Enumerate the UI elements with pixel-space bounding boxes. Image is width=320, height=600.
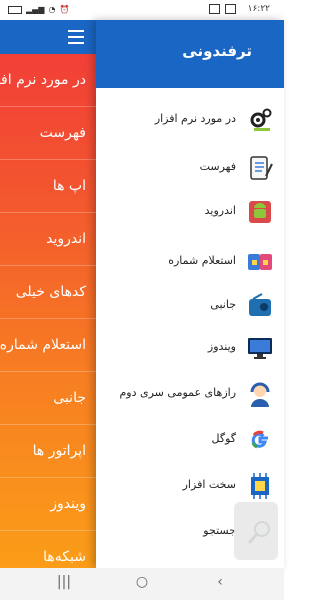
drawer-item-google[interactable]: گوگل bbox=[96, 418, 284, 462]
drawer-item-label: استعلام شماره bbox=[168, 254, 236, 267]
background-menu-item[interactable]: جانبی bbox=[0, 372, 96, 425]
status-bar: ▂▄▆ ◔ ⏰ ۱۶:۲۲ bbox=[0, 0, 284, 20]
drawer-item-label: سخت افزار bbox=[182, 478, 236, 491]
drawer-item-windows[interactable]: ویندوز bbox=[96, 326, 284, 370]
background-menu-item[interactable]: اپ ها bbox=[0, 160, 96, 213]
watermark-logo bbox=[234, 502, 278, 560]
alarm-icon: ⏰ bbox=[59, 5, 70, 14]
google-icon bbox=[251, 430, 268, 449]
background-menu-item[interactable]: اپراتور ها bbox=[0, 425, 96, 478]
drawer-item-number-inquiry[interactable]: استعلام شماره bbox=[96, 240, 284, 284]
background-app-bar bbox=[0, 20, 96, 54]
back-icon[interactable]: ‹ bbox=[208, 574, 232, 594]
recent-apps-icon[interactable]: ||| bbox=[52, 574, 76, 594]
background-menu-item[interactable]: در مورد نرم افزار bbox=[0, 54, 96, 107]
drawer-item-label: جانبی bbox=[210, 298, 236, 311]
home-icon[interactable]: ○ bbox=[130, 574, 154, 594]
drawer-item-label: در مورد نرم افزار bbox=[154, 112, 236, 125]
wifi-icon: ◔ bbox=[48, 5, 56, 14]
monitor-icon bbox=[248, 338, 272, 359]
background-menu-item[interactable]: ویندوز bbox=[0, 478, 96, 531]
image-notification-icon-2 bbox=[225, 4, 236, 14]
drawer-header: ترفندونی bbox=[96, 20, 284, 88]
drawer-item-label: رازهای عمومی سری دوم bbox=[119, 386, 236, 399]
image-notification-icon bbox=[209, 4, 220, 14]
drawer-item-general-secrets[interactable]: رازهای عمومی سری دوم bbox=[96, 372, 284, 416]
system-nav-bar: ||| ○ ‹ bbox=[0, 568, 284, 600]
background-menu-item[interactable]: فهرست bbox=[0, 107, 96, 160]
notebook-icon bbox=[250, 156, 273, 180]
status-icons: ▂▄▆ ◔ ⏰ bbox=[8, 5, 69, 14]
background-menu: در مورد نرم افزار فهرست اپ ها اندروید کد… bbox=[0, 20, 96, 568]
drawer-item-accessories[interactable]: جانبی bbox=[96, 284, 284, 328]
background-menu-item[interactable]: اندروید bbox=[0, 213, 96, 266]
drawer-item-label: ویندوز bbox=[207, 340, 236, 353]
status-time: ۱۶:۲۲ bbox=[247, 4, 270, 14]
background-menu-item[interactable]: شبکه‌ها bbox=[0, 531, 96, 568]
app-title: ترفندونی bbox=[182, 42, 252, 60]
drawer-item-index[interactable]: فهرست bbox=[96, 146, 284, 190]
drawer-item-label: اندروید bbox=[204, 204, 236, 217]
hamburger-menu-icon[interactable] bbox=[68, 30, 84, 48]
drawer-item-label: گوگل bbox=[211, 432, 237, 445]
drawer-item-about[interactable]: در مورد نرم افزار bbox=[96, 98, 284, 142]
background-menu-item[interactable]: استعلام شماره bbox=[0, 319, 96, 372]
drawer-item-android[interactable]: اندروید bbox=[96, 190, 284, 234]
sim-card-icon bbox=[248, 254, 272, 270]
gear-icon bbox=[250, 108, 272, 131]
support-agent-icon bbox=[250, 382, 270, 407]
battery-icon bbox=[8, 5, 22, 14]
android-icon bbox=[249, 201, 271, 223]
chip-icon bbox=[251, 473, 269, 499]
drawer-item-label: فهرست bbox=[199, 160, 236, 173]
navigation-drawer: ترفندونی در مورد نرم افزار فهرست اندروید… bbox=[96, 20, 284, 568]
radio-icon bbox=[249, 293, 271, 316]
notification-icons bbox=[209, 4, 236, 14]
drawer-item-label: جستجو bbox=[203, 524, 236, 537]
signal-icon: ▂▄▆ bbox=[26, 5, 45, 14]
background-menu-item[interactable]: کدهای خیلی bbox=[0, 266, 96, 319]
